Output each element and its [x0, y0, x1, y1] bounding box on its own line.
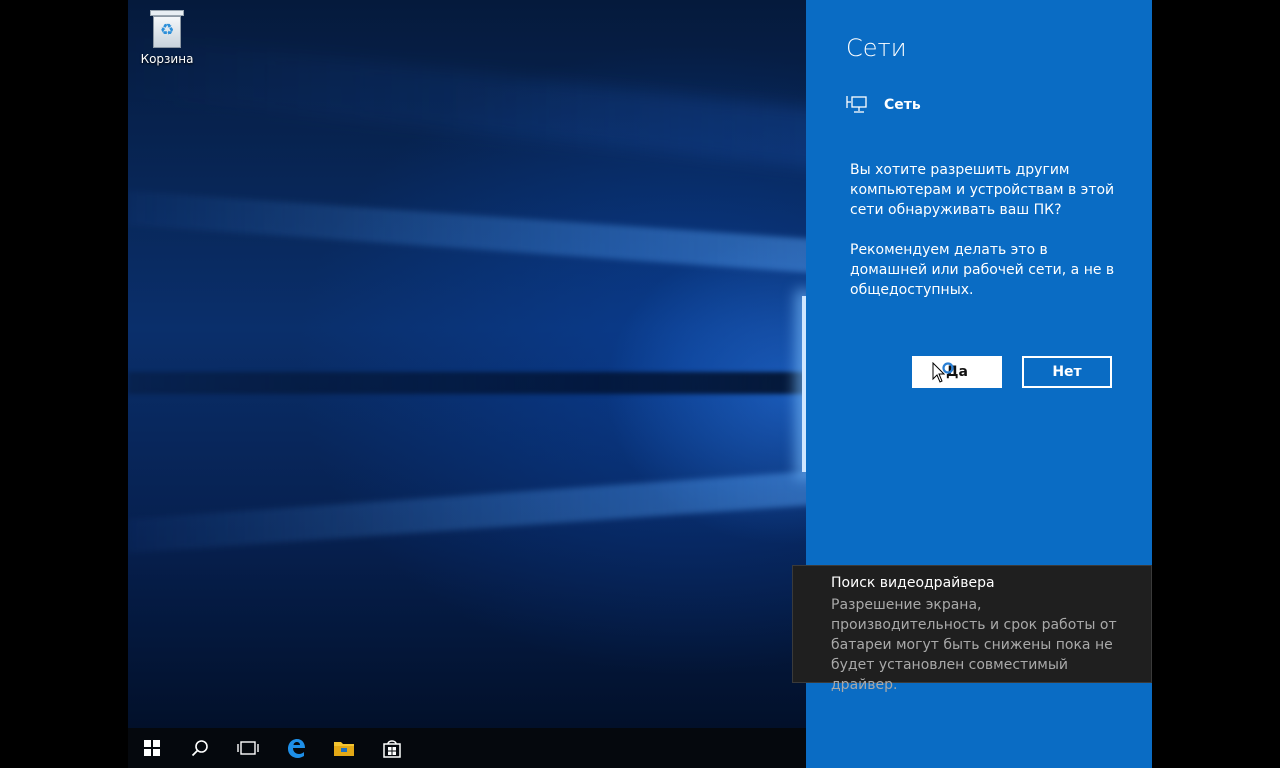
task-view-button[interactable]	[224, 728, 272, 768]
wallpaper-dark-band	[128, 372, 806, 394]
no-button[interactable]: Нет	[1022, 356, 1112, 388]
screen: ♻ Корзина Сети Сеть Вы хотите разрешить …	[128, 0, 1152, 768]
wallpaper-light-beam	[128, 36, 806, 171]
recycle-bin-label: Корзина	[140, 52, 194, 66]
yes-button[interactable]: Да	[912, 356, 1002, 388]
store-bag-icon	[383, 740, 401, 758]
desktop-background: ♻ Корзина	[128, 0, 806, 728]
folder-icon	[334, 742, 354, 756]
store-button[interactable]	[368, 728, 416, 768]
notification-body: Разрешение экрана, производительность и …	[831, 597, 1117, 693]
discovery-recommendation: Рекомендуем делать это в домашней или ра…	[850, 242, 1115, 298]
file-explorer-button[interactable]	[320, 728, 368, 768]
network-item: Сеть	[846, 94, 921, 116]
task-view-icon	[237, 741, 259, 755]
edge-button[interactable]	[272, 728, 320, 768]
recycle-bin-shortcut[interactable]: ♻ Корзина	[138, 8, 196, 66]
wallpaper-light-beam	[128, 191, 806, 274]
panel-title: Сети	[846, 34, 907, 62]
edge-browser-icon	[288, 739, 305, 758]
notification-toast[interactable]: Поиск видеодрайвера Разрешение экрана, п…	[792, 565, 1152, 693]
search-button[interactable]	[176, 728, 224, 768]
start-button[interactable]	[128, 728, 176, 768]
mouse-cursor-busy-icon	[932, 362, 954, 383]
network-name: Сеть	[884, 97, 921, 113]
notification-title: Поиск видеодрайвера	[831, 575, 995, 591]
windows-logo-icon	[144, 740, 160, 756]
wallpaper-light-beam	[128, 470, 806, 553]
discovery-question: Вы хотите разрешить другим компьютерам и…	[850, 162, 1115, 218]
wired-network-icon	[846, 96, 867, 113]
recycle-bin-icon: ♻	[150, 8, 184, 48]
search-icon	[191, 740, 208, 757]
taskbar	[128, 728, 806, 768]
